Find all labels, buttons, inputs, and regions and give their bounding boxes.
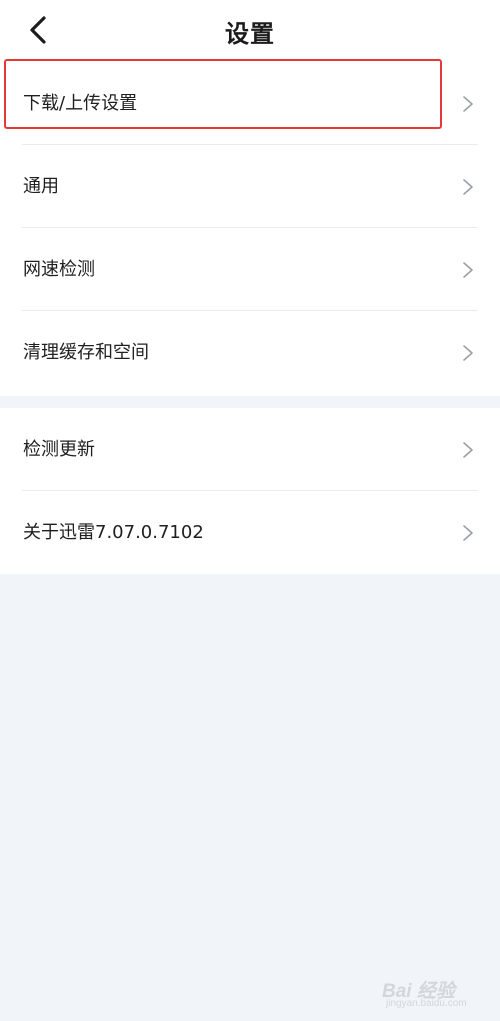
settings-item-about[interactable]: 关于迅雷7.07.0.7102 [0,491,500,574]
settings-item-general[interactable]: 通用 [0,145,500,228]
chevron-right-icon [463,262,473,278]
page-title: 设置 [225,20,275,48]
baidu-jingyan-watermark: Bai 经验 jingyan.baidu.com [380,968,472,1012]
settings-item-download-upload[interactable]: 下载/上传设置 [0,62,500,145]
chevron-right-icon [463,442,473,458]
settings-item-check-update[interactable]: 检测更新 [0,408,500,491]
settings-group-main: 下载/上传设置 通用 网速检测 清理缓存和空间 [0,62,500,396]
header-bar: 设置 [0,0,500,62]
chevron-right-icon [463,525,473,541]
settings-item-label: 清理缓存和空间 [23,342,149,363]
chevron-right-icon [463,96,473,112]
chevron-right-icon [463,345,473,361]
settings-group-about: 检测更新 关于迅雷7.07.0.7102 [0,408,500,574]
settings-item-label: 通用 [23,176,59,197]
settings-item-clear-cache[interactable]: 清理缓存和空间 [0,311,500,394]
settings-item-label: 关于迅雷7.07.0.7102 [23,522,204,543]
settings-item-label: 网速检测 [23,259,95,280]
chevron-right-icon [463,179,473,195]
settings-item-label: 检测更新 [23,439,95,460]
watermark-subtext: jingyan.baidu.com [386,998,467,1009]
settings-item-speed-test[interactable]: 网速检测 [0,228,500,311]
settings-item-label: 下载/上传设置 [23,93,138,114]
